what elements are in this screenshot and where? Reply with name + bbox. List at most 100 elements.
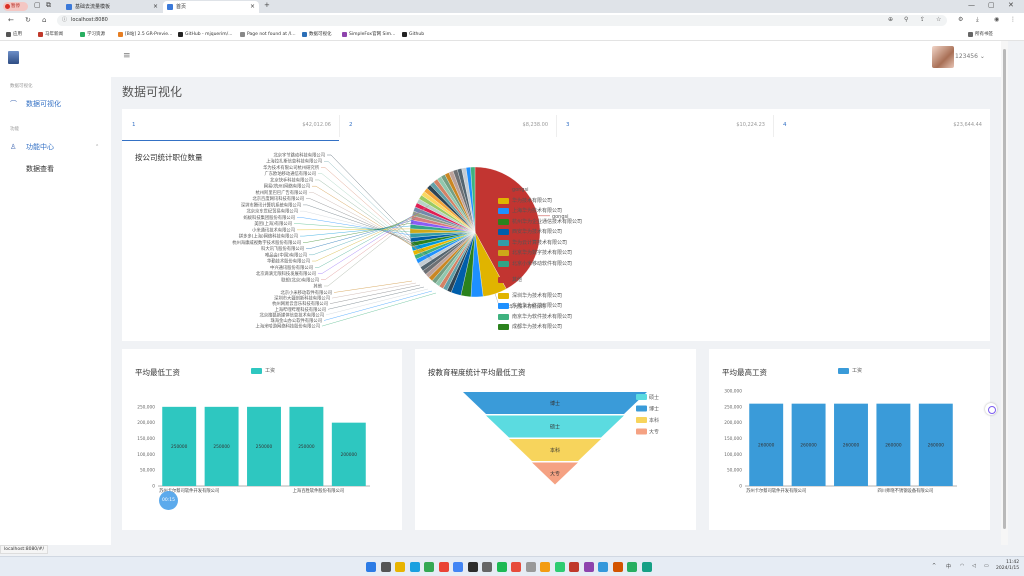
taskbar-app-icon[interactable] xyxy=(569,562,579,572)
legend-label[interactable]: 硕士 xyxy=(649,394,659,401)
maximize-icon[interactable]: ▢ xyxy=(988,1,995,9)
legend-item[interactable]: 南京华为软件技术有限公司 xyxy=(498,314,572,320)
share-icon[interactable]: ⇪ xyxy=(920,16,925,23)
zoom-icon[interactable]: ⚲ xyxy=(904,16,908,23)
taskbar-app-icon[interactable] xyxy=(627,562,637,572)
taskbar-app-icon[interactable] xyxy=(612,562,623,572)
downloads-icon[interactable]: ⤓ xyxy=(976,16,979,24)
stat-card[interactable]: 1 $42,012.06 xyxy=(122,109,339,141)
taskbar-app-icon[interactable] xyxy=(496,562,507,572)
battery-icon[interactable]: ▭ xyxy=(984,563,989,569)
legend-label[interactable]: 本科 xyxy=(649,417,659,424)
legend-item[interactable]: gongsi xyxy=(498,187,529,193)
scroll-thumb[interactable] xyxy=(1003,49,1006,529)
sidebar-item-data-visualization[interactable]: ⌒ 数据可视化 xyxy=(10,99,61,109)
app-logo[interactable] xyxy=(8,51,19,64)
bookmark-item[interactable]: 马年新闻 xyxy=(38,31,63,38)
taskbar-app-icon[interactable] xyxy=(583,562,594,572)
site-info-icon[interactable]: ⓘ xyxy=(62,15,67,26)
close-tab-icon[interactable]: × xyxy=(250,1,255,13)
new-tab-icon[interactable]: + xyxy=(264,1,270,9)
legend-item[interactable]: 北京华为数字技术有限公司 xyxy=(498,250,572,256)
bookmark-item[interactable]: 学习资源 xyxy=(80,31,105,38)
bookmark-item[interactable]: [B站] 2.5 GR-Previe… xyxy=(118,31,173,38)
account-icon[interactable]: ◉ xyxy=(994,16,999,23)
assistant-float-icon[interactable] xyxy=(985,403,997,415)
legend-item[interactable]: 上海华为技术有限公司 xyxy=(498,208,562,214)
bookmark-item[interactable]: Github xyxy=(402,31,424,38)
taskbar-app-icon[interactable] xyxy=(438,562,449,572)
chevron-down-icon[interactable]: ⌄ xyxy=(980,53,985,60)
chevron-up-icon[interactable]: ⌃ xyxy=(95,144,99,150)
taskbar-app-icon[interactable] xyxy=(467,562,478,572)
legend-item[interactable]: 北京小米移动软件有限公司 xyxy=(498,261,572,267)
legend-item[interactable]: 东莞华为终端有限公司 xyxy=(498,303,562,309)
tab-inactive[interactable]: 基础去流量模板 × xyxy=(62,1,162,13)
taskbar-app-icon[interactable] xyxy=(380,562,391,572)
close-window-icon[interactable]: ✕ xyxy=(1008,1,1014,9)
reload-icon[interactable]: ↻ xyxy=(25,16,31,24)
menu-toggle-icon[interactable]: ≡ xyxy=(123,51,131,61)
taskbar-app-icon[interactable] xyxy=(641,562,652,572)
bookmark-item[interactable]: 应用 xyxy=(6,31,22,38)
translate-icon[interactable]: ⊕ xyxy=(888,16,893,23)
page-scrollbar[interactable] xyxy=(1001,41,1008,545)
tab-actions-icon[interactable]: ⧉ xyxy=(46,1,51,10)
home-icon[interactable]: ⌂ xyxy=(42,16,46,24)
max-salary-bar-chart[interactable]: 0 50,000 100,000 150,000 200,000 250,000 300,0… xyxy=(709,349,990,530)
taskbar-app-icon[interactable] xyxy=(554,562,565,572)
input-method-icon[interactable]: 中 xyxy=(946,563,951,570)
taskbar-app-icon[interactable] xyxy=(482,562,492,572)
tray-chevron-icon[interactable]: ^ xyxy=(932,563,936,569)
legend-label[interactable]: 博士 xyxy=(649,406,659,413)
legend-swatch[interactable] xyxy=(636,405,647,412)
stat-card[interactable]: 2 $8,238.00 xyxy=(339,109,556,141)
taskbar-app-icon[interactable] xyxy=(540,562,550,572)
legend-swatch[interactable] xyxy=(636,394,647,400)
legend-label[interactable]: 大专 xyxy=(649,429,659,436)
legend-item[interactable]: 其他 xyxy=(498,277,522,283)
username[interactable]: 123456 ⌄ xyxy=(955,53,985,60)
minimize-icon[interactable]: — xyxy=(968,1,975,9)
stat-card[interactable]: 3 $10,224.23 xyxy=(556,109,773,141)
floating-timer-badge[interactable]: 00:15 xyxy=(159,491,178,510)
avatar[interactable] xyxy=(932,46,954,68)
legend-item[interactable]: 华为云计算技术有限公司 xyxy=(498,240,567,246)
bookmark-star-icon[interactable]: ☆ xyxy=(936,16,941,23)
volume-icon[interactable]: ◁ xyxy=(972,563,976,569)
bookmark-item[interactable]: Page not found at /l… xyxy=(240,31,296,38)
legend-item[interactable]: 杭州华为企业通信技术有限公司 xyxy=(498,219,582,225)
education-funnel-chart[interactable]: 博士硕士本科大专硕士博士本科大专 xyxy=(415,349,696,530)
taskbar-app-icon[interactable] xyxy=(424,562,434,572)
sidebar-item-function-center[interactable]: ♙ 功能中心 xyxy=(10,142,54,152)
extensions-icon[interactable]: ⚙ xyxy=(958,16,963,23)
profile-button[interactable]: 暂停 xyxy=(3,2,28,11)
back-icon[interactable]: ← xyxy=(8,16,14,24)
tab-active[interactable]: 首页 × xyxy=(163,1,259,13)
sidebar-item-data-view[interactable]: 数据查看 xyxy=(26,164,54,174)
bookmark-item[interactable]: 数据可视化 xyxy=(302,31,332,38)
legend-item[interactable]: 成都华为技术有限公司 xyxy=(498,324,562,330)
taskbar-app-icon[interactable] xyxy=(409,562,420,572)
taskbar-app-icon[interactable] xyxy=(511,562,521,572)
taskbar-app-icon[interactable] xyxy=(598,562,608,572)
tab-search-icon[interactable]: ▢ xyxy=(34,1,41,9)
legend-swatch[interactable] xyxy=(636,417,647,423)
start-menu-icon[interactable] xyxy=(366,562,376,572)
url-field[interactable]: ⓘ localhost:8080 xyxy=(57,15,947,26)
legend-item[interactable]: 深圳华为技术有限公司 xyxy=(498,293,562,299)
bookmark-item[interactable]: GitHub - mjquerim/... xyxy=(178,31,232,38)
legend-item[interactable]: 西安华为技术有限公司 xyxy=(498,229,562,235)
bookmark-item[interactable]: SimpleFox官网 Sim… xyxy=(342,31,396,38)
close-tab-icon[interactable]: × xyxy=(153,1,158,13)
all-bookmarks[interactable]: 所有书签 xyxy=(968,31,993,38)
wifi-icon[interactable]: ◠ xyxy=(960,563,964,569)
taskbar-app-icon[interactable] xyxy=(453,562,463,572)
legend-item[interactable]: 华为技术有限公司 xyxy=(498,198,552,204)
taskbar-app-icon[interactable] xyxy=(525,562,536,572)
taskbar-clock[interactable]: 11:42 2024/1/15 xyxy=(996,560,1019,572)
taskbar-app-icon[interactable] xyxy=(395,562,405,572)
stat-card[interactable]: 4 $23,644.44 xyxy=(773,109,990,141)
menu-icon[interactable]: ⋮ xyxy=(1010,16,1016,23)
legend-swatch[interactable] xyxy=(636,428,647,435)
